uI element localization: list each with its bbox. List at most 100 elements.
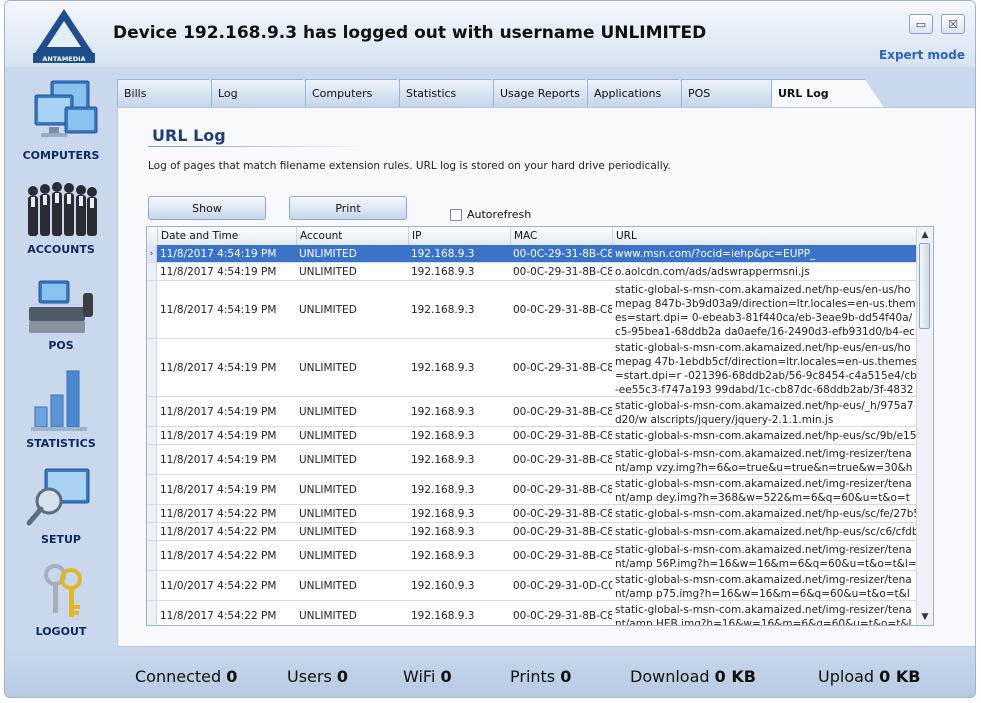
cell-ip: 192.168.9.3: [411, 265, 475, 278]
statistics-icon: [31, 370, 87, 431]
row-selector[interactable]: [147, 445, 157, 474]
minimize-button[interactable]: ▭: [909, 14, 933, 34]
sidebar-label-accounts: ACCOUNTS: [27, 243, 95, 256]
row-selector[interactable]: [147, 475, 157, 504]
sidebar-item-pos[interactable]: POS: [5, 277, 117, 352]
table-row[interactable]: 11/8/2017 4:54:22 PM UNLIMITED 192.168.9.3…: [147, 601, 917, 626]
column-header-mac[interactable]: MAC: [510, 227, 612, 245]
table-scrollbar[interactable]: ▲ ▼: [916, 227, 933, 625]
cell-mac: 00-0C-29-31-8B-C8: [513, 247, 612, 260]
autorefresh-label: Autorefresh: [467, 208, 532, 221]
cell-date: 11/8/2017 4:54:19 PM: [160, 453, 277, 466]
table-row[interactable]: 11/8/2017 4:54:22 PM UNLIMITED 192.168.9.3…: [147, 541, 917, 571]
sidebar-item-computers[interactable]: COMPUTERS: [5, 77, 117, 162]
row-selector[interactable]: ›: [147, 245, 157, 262]
autorefresh-checkbox[interactable]: Autorefresh: [450, 208, 531, 221]
table-row[interactable]: › 11/8/2017 4:54:19 PM UNLIMITED 192.168.9.…: [147, 245, 917, 263]
table-row[interactable]: 11/8/2017 4:54:19 PM UNLIMITED 192.168.9.3…: [147, 281, 917, 339]
cell-account: UNLIMITED: [299, 507, 357, 520]
cell-url: www.msn.com/?ocid=iehp&pc=EUPP_: [615, 247, 816, 260]
panel-title: URL Log: [152, 126, 226, 145]
expert-mode-link[interactable]: Expert mode: [879, 48, 965, 62]
row-selector[interactable]: [147, 523, 157, 540]
column-header-date[interactable]: Date and Time: [157, 227, 296, 245]
tab-bar: Bills Log Computers Statistics Usage Rep…: [117, 79, 975, 109]
cell-url: static-global-s-msn-com.akamaized.net/hp…: [615, 342, 917, 396]
autorefresh-checkbox-box[interactable]: [450, 208, 462, 221]
row-selector[interactable]: [147, 427, 157, 444]
row-selector[interactable]: [147, 339, 157, 396]
sidebar-item-logout[interactable]: LOGOUT: [5, 561, 117, 638]
cell-ip: 192.168.9.3: [411, 303, 475, 316]
cell-ip: 192.160.9.3: [411, 579, 475, 592]
cell-ip: 192.168.9.3: [411, 405, 475, 418]
cell-account: UNLIMITED: [299, 549, 357, 562]
row-selector[interactable]: [147, 505, 157, 522]
url-log-panel: URL Log Log of pages that match filename…: [117, 107, 975, 647]
panel-description: Log of pages that match filename extensi…: [148, 160, 671, 172]
cell-mac: 00-0C-29-31-8B-C8: [513, 609, 612, 622]
cell-ip: 192.168.9.3: [411, 453, 475, 466]
status-upload: Upload 0 KB: [818, 667, 921, 686]
cell-url: static-global-s-msn-com.akamaized.net/hp…: [615, 429, 917, 442]
cell-date: 11/8/2017 4:54:19 PM: [160, 303, 277, 316]
close-button[interactable]: ☒: [941, 14, 965, 34]
sidebar-item-accounts[interactable]: ACCOUNTS: [5, 177, 117, 256]
cell-account: UNLIMITED: [299, 247, 357, 260]
column-header-ip[interactable]: IP: [408, 227, 510, 245]
pos-icon: [29, 280, 93, 333]
table-row[interactable]: 11/8/2017 4:54:22 PM UNLIMITED 192.168.9.3…: [147, 505, 917, 523]
cell-ip: 192.168.9.3: [411, 361, 475, 374]
table-row[interactable]: 11/8/2017 4:54:22 PM UNLIMITED 192.168.9.3…: [147, 523, 917, 541]
print-button[interactable]: Print: [289, 196, 407, 220]
sidebar-item-statistics[interactable]: STATISTICS: [5, 365, 117, 450]
table-row[interactable]: 11/8/2017 4:54:19 PM UNLIMITED 192.168.9.3…: [147, 397, 917, 427]
table-row[interactable]: 11/8/2017 4:54:19 PM UNLIMITED 192.168.9.3…: [147, 475, 917, 505]
cell-ip: 192.168.9.3: [411, 609, 475, 622]
sidebar-label-statistics: STATISTICS: [26, 437, 96, 450]
sidebar-label-logout: LOGOUT: [35, 625, 87, 638]
cell-ip: 192.168.9.3: [411, 429, 475, 442]
logout-icon: [44, 564, 82, 617]
minimize-icon: ▭: [915, 17, 927, 31]
cell-date: 11/8/2017 4:54:19 PM: [160, 429, 277, 442]
table-row[interactable]: 11/8/2017 4:54:19 PM UNLIMITED 192.168.9.3…: [147, 427, 917, 445]
row-selector[interactable]: [147, 263, 157, 280]
status-download: Download 0 KB: [630, 667, 756, 686]
row-selector[interactable]: [147, 397, 157, 426]
cell-mac: 00-0C-29-31-8B-C8: [513, 429, 612, 442]
table-header: Date and Time Account IP MAC URL: [147, 227, 917, 246]
table-row[interactable]: 11/0/2017 4:54:22 PM UNLIMITED 192.160.9.3…: [147, 571, 917, 601]
sidebar-item-setup[interactable]: SETUP: [5, 465, 117, 546]
row-selector[interactable]: [147, 601, 157, 625]
scroll-down-icon[interactable]: ▼: [917, 610, 933, 624]
row-selector[interactable]: [147, 541, 157, 570]
tab-url-log[interactable]: URL Log: [771, 79, 885, 109]
cell-mac: 00-0C-29-31-8B-C8: [513, 483, 612, 496]
cell-account: UNLIMITED: [299, 483, 357, 496]
cell-account: UNLIMITED: [299, 525, 357, 538]
cell-ip: 192.168.9.3: [411, 525, 475, 538]
cell-mac: 00-0C-29-31-8B-C8: [513, 525, 612, 538]
url-log-table: Date and Time Account IP MAC URL › 11/8/2…: [146, 226, 934, 626]
sidebar-label-setup: SETUP: [41, 533, 81, 546]
cell-url: static-global-s-msn-com.akamaized.net/im…: [615, 604, 912, 626]
sidebar-label-pos: POS: [48, 339, 74, 352]
row-selector[interactable]: [147, 281, 157, 338]
table-row[interactable]: 11/8/2017 4:54:19 PM UNLIMITED 192.168.9.3…: [147, 339, 917, 397]
setup-icon: [26, 468, 90, 526]
table-row[interactable]: 11/8/2017 4:54:19 PM UNLIMITED 192.168.9.3…: [147, 445, 917, 475]
cell-url: static-global-s-msn-com.akamaized.net/hp…: [615, 400, 914, 426]
scroll-up-icon[interactable]: ▲: [917, 228, 933, 242]
antamedia-logo: ANTAMEDIA: [33, 9, 95, 63]
scroll-thumb[interactable]: [919, 243, 930, 329]
cell-mac: 00-0C-29-31-8B-C8: [513, 303, 612, 316]
cell-date: 11/0/2017 4:54:22 PM: [160, 579, 277, 592]
row-selector[interactable]: [147, 571, 157, 600]
cell-url: static-global-s-msn-com.akamaized.net/hp…: [615, 284, 916, 338]
column-header-account[interactable]: Account: [296, 227, 408, 245]
column-header-url[interactable]: URL: [612, 227, 917, 245]
cell-mac: 00-0C-29-31-8B-C8: [513, 265, 612, 278]
show-button[interactable]: Show: [148, 196, 266, 220]
table-row[interactable]: 11/8/2017 4:54:19 PM UNLIMITED 192.168.9.3…: [147, 263, 917, 281]
